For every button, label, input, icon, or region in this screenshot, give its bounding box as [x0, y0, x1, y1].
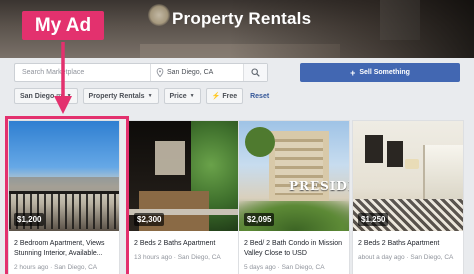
listing-meta: 5 days ago · San Diego, CA	[244, 264, 325, 271]
chevron-down-icon: ▼	[147, 93, 153, 99]
listing-title[interactable]: 2 Beds 2 Baths Apartment	[358, 239, 462, 249]
price-badge: $1,250	[358, 213, 389, 226]
price-filter[interactable]: Price ▼	[163, 88, 201, 104]
presidio-sign: PRESIDIO	[289, 179, 349, 193]
marketplace-page: Property Rentals Search Marketplace San …	[0, 0, 474, 274]
page-title: Property Rentals	[172, 9, 312, 28]
sell-something-label: Sell Something	[359, 69, 410, 76]
window-graphic	[155, 141, 185, 175]
filter-label: Price	[169, 92, 187, 100]
listing-card[interactable]: $1,250 2 Beds 2 Baths Apartment about a …	[352, 120, 464, 274]
wall-art-graphic	[365, 135, 383, 163]
window-graphic	[423, 145, 463, 205]
bolt-icon: ⚡	[211, 93, 221, 100]
listing-photo: $2,300	[129, 121, 239, 231]
location-pin-icon	[156, 68, 164, 77]
my-ad-label: My Ad	[22, 11, 104, 40]
reset-link[interactable]: Reset	[250, 93, 269, 100]
listing-photo: PRESIDIO $2,095	[239, 121, 349, 231]
chevron-down-icon: ▼	[189, 93, 195, 99]
price-badge: $2,300	[134, 213, 165, 226]
search-input[interactable]: Search Marketplace	[15, 64, 151, 81]
lamp-graphic	[148, 4, 170, 26]
filter-label: Property Rentals	[88, 92, 145, 100]
listing-card[interactable]: $2,300 2 Beds 2 Baths Apartment 13 hours…	[128, 120, 240, 274]
location-value: San Diego, CA	[167, 69, 214, 76]
category-filter[interactable]: Property Rentals ▼	[82, 88, 159, 104]
listing-photo: $1,250	[353, 121, 463, 231]
sell-something-button[interactable]: + Sell Something	[300, 63, 460, 82]
listing-title[interactable]: 2 Beds 2 Baths Apartment	[134, 239, 238, 249]
filter-label: San Diego	[20, 92, 55, 100]
wall-art-graphic	[387, 141, 403, 167]
search-button[interactable]	[243, 64, 267, 81]
palm-tree-graphic	[245, 127, 275, 157]
listing-meta: about a day ago · San Diego, CA	[358, 254, 454, 261]
arrow-down-icon	[54, 42, 72, 114]
listing-title[interactable]: 2 Bed/ 2 Bath Condo in Mission Valley Cl…	[244, 239, 348, 259]
location-input[interactable]: San Diego, CA	[151, 64, 243, 81]
listing-meta: 13 hours ago · San Diego, CA	[134, 254, 221, 261]
plus-icon: +	[350, 67, 356, 78]
listing-card[interactable]: PRESIDIO $2,095 2 Bed/ 2 Bath Condo in M…	[238, 120, 350, 274]
price-badge: $2,095	[244, 213, 275, 226]
search-icon	[251, 68, 260, 77]
lamp-graphic	[405, 159, 419, 169]
my-ad-highlight	[5, 116, 129, 274]
free-filter[interactable]: ⚡ Free	[205, 88, 244, 104]
filter-label: Free	[222, 92, 238, 100]
